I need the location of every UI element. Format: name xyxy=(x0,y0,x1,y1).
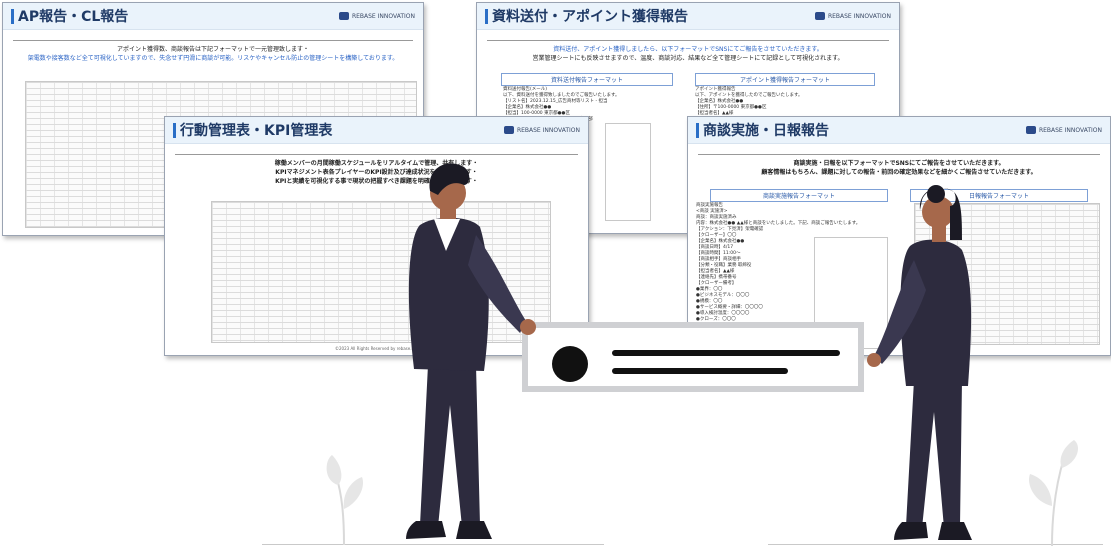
desc-line-highlight: 架電数や接客数など全て可視化していますので、失念せず円滑に商談が可能。リスケやキ… xyxy=(27,55,399,62)
card-header: 資料送付・アポイント獲得報告 REBASE INNOVATION xyxy=(477,3,899,30)
card-header: 行動管理表・KPI管理表 REBASE INNOVATION xyxy=(165,117,588,144)
card-description: アポイント獲得数、商談報告は下記フォーマットで一元管理致します・ 架電数や接客数… xyxy=(13,40,413,63)
title-accent-bar xyxy=(11,8,14,24)
card-title: AP報告・CL報告 xyxy=(11,6,128,26)
card-title: 商談実施・日報報告 xyxy=(696,120,829,140)
card-title: 資料送付・アポイント獲得報告 xyxy=(485,6,688,26)
section-label-right: アポイント獲得報告フォーマット xyxy=(695,73,875,86)
message-card xyxy=(522,322,864,392)
title-accent-bar xyxy=(173,122,176,138)
card-title-text: 商談実施・日報報告 xyxy=(703,123,829,139)
desc-line: 顧客情報はもちろん、課題に対しての報告・前回の確定効果などを細かくご報告させてい… xyxy=(761,169,1037,176)
brand-logo: REBASE INNOVATION xyxy=(338,12,415,20)
person-woman-illustration xyxy=(867,185,972,540)
desc-line: 商談実施・日報を以下フォーマットでSNSにてご報告をさせていただきます。 xyxy=(793,160,1005,167)
brand-logo-icon xyxy=(338,12,349,20)
section-label-left: 資料送付報告フォーマット xyxy=(501,73,673,86)
message-line xyxy=(612,368,788,374)
plant-left-icon xyxy=(326,455,364,545)
card-description: 資料送付、アポイント獲得しましたら、以下フォーマットでSNSにてご報告をさせてい… xyxy=(487,40,889,63)
card-title-text: 行動管理表・KPI管理表 xyxy=(180,123,333,139)
chat-screenshot-preview xyxy=(605,123,651,221)
brand-logo: REBASE INNOVATION xyxy=(503,126,580,134)
brand-name: REBASE INNOVATION xyxy=(1038,126,1102,134)
plant-right-icon xyxy=(1028,440,1078,546)
desc-line: アポイント獲得数、商談報告は下記フォーマットで一元管理致します・ xyxy=(116,46,309,53)
desc-line: 営業管理シートにも反映させますので、温度、商談対応、結果など全て管理シートにて記… xyxy=(532,55,844,62)
desc-line-highlight: 資料送付、アポイント獲得しましたら、以下フォーマットでSNSにてご報告をさせてい… xyxy=(553,46,823,53)
brand-logo-icon xyxy=(814,12,825,20)
brand-logo-icon xyxy=(1025,126,1036,134)
card-header: 商談実施・日報報告 REBASE INNOVATION xyxy=(688,117,1110,144)
brand-name: REBASE INNOVATION xyxy=(827,12,891,20)
card-header: AP報告・CL報告 REBASE INNOVATION xyxy=(3,3,423,30)
person-man-illustration xyxy=(406,163,536,539)
message-line xyxy=(612,350,840,356)
brand-logo: REBASE INNOVATION xyxy=(814,12,891,20)
title-accent-bar xyxy=(485,8,488,24)
card-description: 商談実施・日報を以下フォーマットでSNSにてご報告をさせていただきます。 顧客情… xyxy=(698,154,1100,177)
card-title: 行動管理表・KPI管理表 xyxy=(173,120,332,140)
brand-logo: REBASE INNOVATION xyxy=(1025,126,1102,134)
brand-logo-icon xyxy=(503,126,514,134)
card-title-text: AP報告・CL報告 xyxy=(18,9,129,25)
avatar-dot-icon xyxy=(552,346,588,382)
brand-name: REBASE INNOVATION xyxy=(351,12,415,20)
brand-name: REBASE INNOVATION xyxy=(516,126,580,134)
title-accent-bar xyxy=(696,122,699,138)
card-title-text: 資料送付・アポイント獲得報告 xyxy=(492,9,688,25)
